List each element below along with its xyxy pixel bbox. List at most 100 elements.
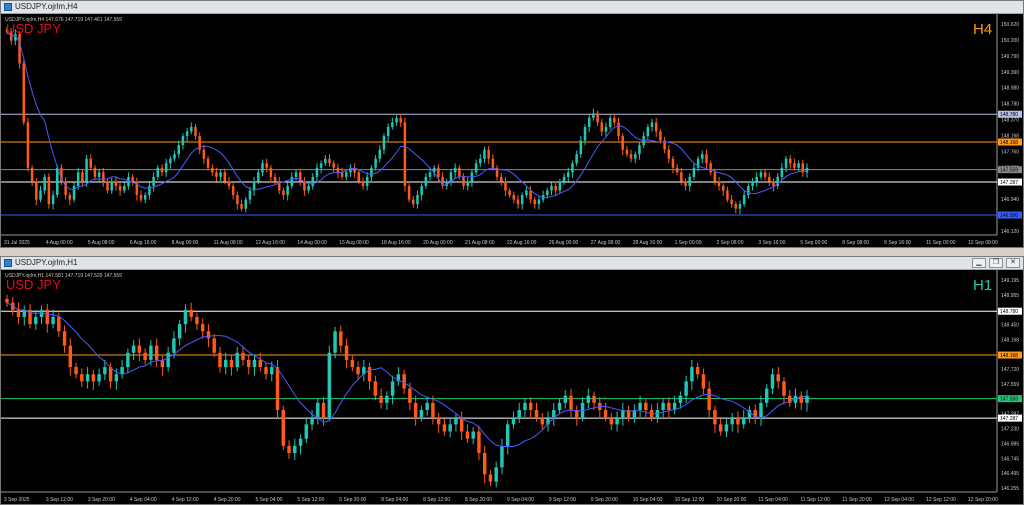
candle-body	[307, 185, 310, 191]
candle-body	[275, 367, 280, 411]
candle-body	[684, 181, 687, 186]
time-tick-label: 5 Sep 04:00	[255, 497, 282, 503]
time-tick-label: 31 Jul 2025	[4, 240, 30, 246]
candle-body	[183, 309, 188, 325]
candle-body	[395, 117, 398, 123]
candle-body	[210, 167, 214, 173]
candle-body	[327, 352, 332, 418]
candle-body	[500, 445, 504, 468]
candle-body	[206, 331, 211, 339]
candle-body	[449, 172, 453, 182]
chart-window-h1[interactable]: USDJPY.ojrlm,H1 ▁ ❐ ✕ USDJPY.ojrlm,H1 14…	[0, 256, 1024, 505]
candle-body	[166, 352, 170, 368]
candle-body	[458, 167, 461, 177]
candle-body	[310, 417, 314, 425]
candle-body	[479, 158, 482, 164]
time-tick-label: 22 Aug 16:00	[507, 240, 537, 246]
candle-body	[114, 181, 118, 186]
candle-body	[471, 431, 475, 439]
window-titlebar-h1[interactable]: USDJPY.ojrlm,H1 ▁ ❐ ✕	[1, 257, 1023, 270]
time-tick-label: 10 Sep 12:00	[675, 497, 705, 503]
candle-body	[603, 410, 608, 418]
candle-body	[120, 367, 124, 375]
time-tick-label: 6 Aug 16:00	[130, 240, 157, 246]
price-tick-label: 148.370	[1001, 118, 1019, 124]
price-tick-label: 146.745	[1001, 456, 1019, 462]
candle-body	[569, 395, 573, 411]
price-tick-label: 148.168	[1001, 337, 1019, 343]
candle-body	[149, 345, 153, 360]
chart-window-icon	[4, 3, 12, 11]
time-tick-label: 12 Sep 08:00	[968, 240, 998, 246]
candle-body	[286, 185, 289, 196]
candle-body	[520, 195, 524, 205]
restore-button[interactable]: ❐	[989, 258, 1003, 268]
candle-body	[181, 136, 185, 146]
candle-body	[367, 367, 372, 382]
candle-body	[713, 172, 717, 182]
minimize-button[interactable]: ▁	[972, 258, 986, 268]
candle-body	[172, 338, 176, 353]
candle-body	[483, 149, 486, 159]
candle-body	[386, 126, 390, 137]
candle-body	[270, 367, 274, 375]
candle-body	[782, 381, 786, 396]
candle-body	[701, 154, 704, 159]
symbol-label: USD JPY	[6, 277, 61, 292]
chart-canvas-h4[interactable]: USDJPY.ojrlm,H4 147.676 147.719 147.461 …	[1, 14, 1023, 247]
candle-body	[780, 167, 784, 177]
candle-body	[336, 167, 340, 173]
level-price-label: 148.780	[1000, 112, 1018, 118]
candle-body	[223, 172, 227, 182]
candle-body	[22, 63, 26, 123]
candle-body	[315, 167, 319, 177]
candle-body	[416, 195, 419, 205]
candle-body	[45, 309, 50, 325]
price-tick-label: 149.390	[1001, 70, 1019, 76]
candle-body	[131, 345, 136, 353]
candle-body	[247, 359, 251, 368]
candle-body	[240, 204, 243, 209]
candle-body	[466, 181, 469, 186]
candle-body	[131, 176, 134, 182]
candle-body	[482, 452, 487, 475]
price-tick-label: 146.495	[1001, 471, 1019, 477]
candle-body	[43, 176, 46, 191]
candle-body	[671, 158, 675, 168]
candle-body	[68, 195, 72, 200]
candle-body	[316, 402, 320, 418]
chart-canvas-h1[interactable]: USDJPY.ojrlm,H1 147.581 147.719 147.539 …	[1, 270, 1023, 504]
time-tick-label: 12 Sep 04:00	[884, 497, 914, 503]
candle-body	[390, 381, 395, 396]
candle-body	[764, 388, 769, 403]
candle-body	[68, 345, 73, 368]
candle-body	[412, 199, 415, 205]
candle-body	[378, 149, 382, 159]
candle-body	[169, 158, 172, 164]
price-tick-label: 146.255	[1001, 486, 1019, 492]
candle-body	[269, 167, 273, 177]
candle-body	[143, 195, 147, 200]
price-tick-label: 150.620	[1001, 22, 1019, 28]
candle-body	[39, 190, 42, 200]
level-price-label: 148.168	[1000, 140, 1018, 146]
candle-body	[195, 316, 199, 325]
time-tick-label: 10 Sep 04:00	[633, 497, 663, 503]
candle-body	[106, 181, 109, 191]
window-titlebar-h4[interactable]: USDJPY.ojrlm,H4	[1, 1, 1023, 14]
candle-body	[499, 176, 503, 182]
time-tick-label: 27 Aug 08:00	[591, 240, 621, 246]
candle-body	[319, 163, 323, 168]
candle-body	[35, 181, 38, 200]
candle-body	[690, 367, 694, 382]
candle-body	[103, 367, 107, 375]
candle-body	[424, 176, 428, 186]
candle-body	[759, 402, 763, 418]
candle-body	[508, 190, 511, 196]
close-button[interactable]: ✕	[1006, 258, 1020, 268]
candle-body	[586, 395, 591, 403]
candle-body	[385, 395, 389, 403]
chart-window-h4[interactable]: USDJPY.ojrlm,H4 USDJPY.ojrlm,H4 147.676 …	[0, 0, 1024, 248]
candle-body	[511, 417, 516, 425]
candle-body	[391, 122, 394, 127]
